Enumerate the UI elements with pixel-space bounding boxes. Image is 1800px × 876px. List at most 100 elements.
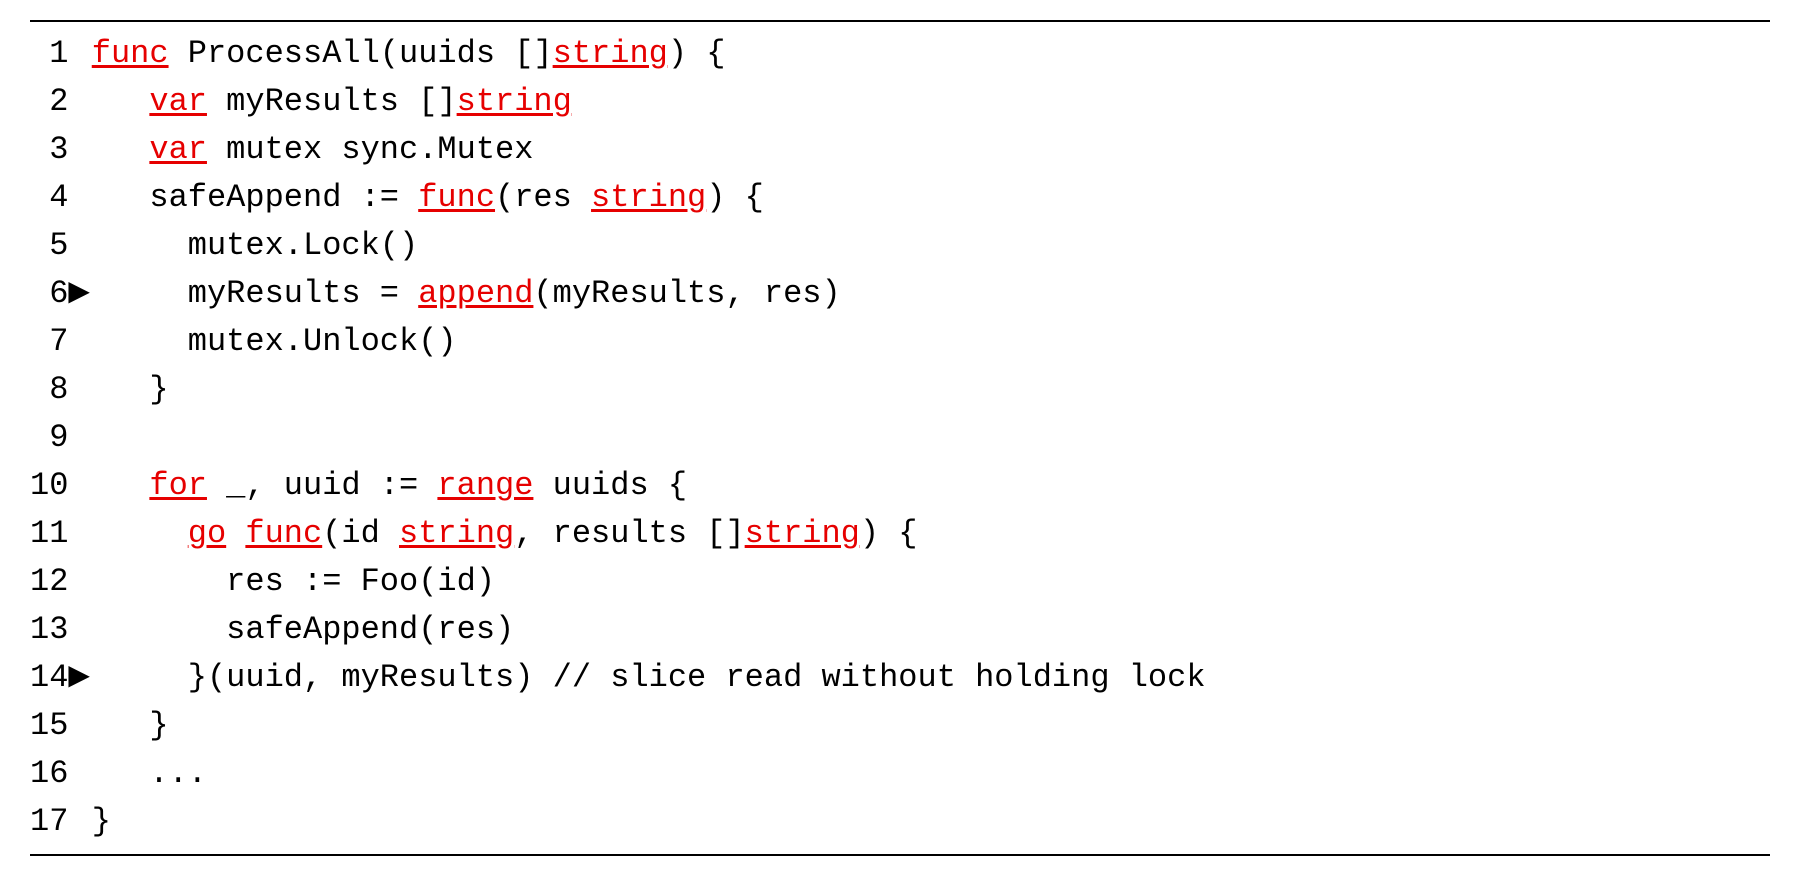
code-line: 6▶ myResults = append(myResults, res) — [30, 270, 1770, 318]
code-token: mutex.Unlock() — [92, 323, 457, 360]
code-token: mutex.Lock() — [92, 227, 418, 264]
code-token: myResults [] — [207, 83, 457, 120]
code-line: 8 } — [30, 366, 1770, 414]
line-marker-icon — [68, 798, 91, 840]
line-number: 12 — [30, 558, 68, 606]
code-line: 5 mutex.Lock() — [30, 222, 1770, 270]
line-marker-icon — [68, 126, 91, 168]
code-token: (myResults, res) — [533, 275, 840, 312]
code-token: _, uuid := — [207, 467, 437, 504]
code-content: } — [92, 366, 1770, 414]
line-number: 14 — [30, 654, 68, 702]
line-marker-icon — [68, 174, 91, 216]
keyword-token: string — [591, 179, 706, 216]
keyword-token: var — [149, 83, 207, 120]
code-token — [226, 515, 245, 552]
code-content: safeAppend := func(res string) { — [92, 174, 1770, 222]
code-line: 16 ... — [30, 750, 1770, 798]
code-content: for _, uuid := range uuids { — [92, 462, 1770, 510]
code-content: myResults = append(myResults, res) — [92, 270, 1770, 318]
code-content: var myResults []string — [92, 78, 1770, 126]
code-line: 15 } — [30, 702, 1770, 750]
code-token: } — [92, 371, 169, 408]
code-line: 13 safeAppend(res) — [30, 606, 1770, 654]
top-rule — [30, 20, 1770, 22]
line-number: 1 — [30, 30, 68, 78]
code-line: 14▶ }(uuid, myResults) // slice read wit… — [30, 654, 1770, 702]
bottom-rule — [30, 854, 1770, 856]
line-marker-icon — [68, 702, 91, 744]
line-number: 17 — [30, 798, 68, 846]
code-line: 9 — [30, 414, 1770, 462]
line-marker-icon — [68, 510, 91, 552]
code-line: 12 res := Foo(id) — [30, 558, 1770, 606]
code-content: } — [92, 798, 1770, 846]
code-line: 4 safeAppend := func(res string) { — [30, 174, 1770, 222]
line-number: 2 — [30, 78, 68, 126]
code-line: 17 } — [30, 798, 1770, 846]
keyword-token: string — [457, 83, 572, 120]
code-token — [92, 515, 188, 552]
line-number: 4 — [30, 174, 68, 222]
line-marker-icon — [68, 414, 91, 456]
keyword-token: func — [418, 179, 495, 216]
line-marker-icon — [68, 750, 91, 792]
keyword-token: string — [399, 515, 514, 552]
keyword-token: func — [245, 515, 322, 552]
line-number: 16 — [30, 750, 68, 798]
code-content: safeAppend(res) — [92, 606, 1770, 654]
code-content: } — [92, 702, 1770, 750]
code-line: 7 mutex.Unlock() — [30, 318, 1770, 366]
line-number: 5 — [30, 222, 68, 270]
line-marker-icon — [68, 558, 91, 600]
line-marker-icon — [68, 222, 91, 264]
code-content: go func(id string, results []string) { — [92, 510, 1770, 558]
line-number: 9 — [30, 414, 68, 462]
code-token: , results [] — [514, 515, 744, 552]
keyword-token: append — [418, 275, 533, 312]
keyword-token: range — [437, 467, 533, 504]
line-number: 3 — [30, 126, 68, 174]
line-marker-icon: ▶ — [68, 654, 91, 696]
line-number: 11 — [30, 510, 68, 558]
code-token: ) { — [860, 515, 918, 552]
code-token: ProcessAll(uuids [] — [169, 35, 553, 72]
keyword-token: string — [745, 515, 860, 552]
code-token — [92, 131, 150, 168]
code-token: }(uuid, myResults) // slice read without… — [92, 659, 1206, 696]
code-token — [92, 83, 150, 120]
code-token: res := Foo(id) — [92, 563, 495, 600]
code-content: }(uuid, myResults) // slice read without… — [92, 654, 1770, 702]
line-number: 15 — [30, 702, 68, 750]
code-token: uuids { — [533, 467, 687, 504]
line-marker-icon — [68, 30, 91, 72]
code-content: res := Foo(id) — [92, 558, 1770, 606]
keyword-token: go — [188, 515, 226, 552]
line-marker-icon — [68, 366, 91, 408]
code-token: myResults = — [92, 275, 418, 312]
line-number: 6 — [30, 270, 68, 318]
code-line: 10 for _, uuid := range uuids { — [30, 462, 1770, 510]
code-line: 11 go func(id string, results []string) … — [30, 510, 1770, 558]
code-token: } — [92, 707, 169, 744]
line-number: 13 — [30, 606, 68, 654]
code-content: mutex.Lock() — [92, 222, 1770, 270]
code-line: 1 func ProcessAll(uuids []string) { — [30, 30, 1770, 78]
code-token: (id — [322, 515, 399, 552]
line-marker-icon — [68, 78, 91, 120]
line-number: 10 — [30, 462, 68, 510]
code-token: ... — [92, 755, 207, 792]
code-token: safeAppend(res) — [92, 611, 514, 648]
code-content: var mutex sync.Mutex — [92, 126, 1770, 174]
code-content: mutex.Unlock() — [92, 318, 1770, 366]
line-marker-icon — [68, 318, 91, 360]
code-token: (res — [495, 179, 591, 216]
line-marker-icon — [68, 606, 91, 648]
code-token: } — [92, 803, 111, 840]
code-token: ) { — [668, 35, 726, 72]
code-token: mutex sync.Mutex — [207, 131, 533, 168]
line-number: 8 — [30, 366, 68, 414]
code-listing: 1 func ProcessAll(uuids []string) {2 var… — [30, 30, 1770, 846]
keyword-token: var — [149, 131, 207, 168]
line-marker-icon — [68, 462, 91, 504]
